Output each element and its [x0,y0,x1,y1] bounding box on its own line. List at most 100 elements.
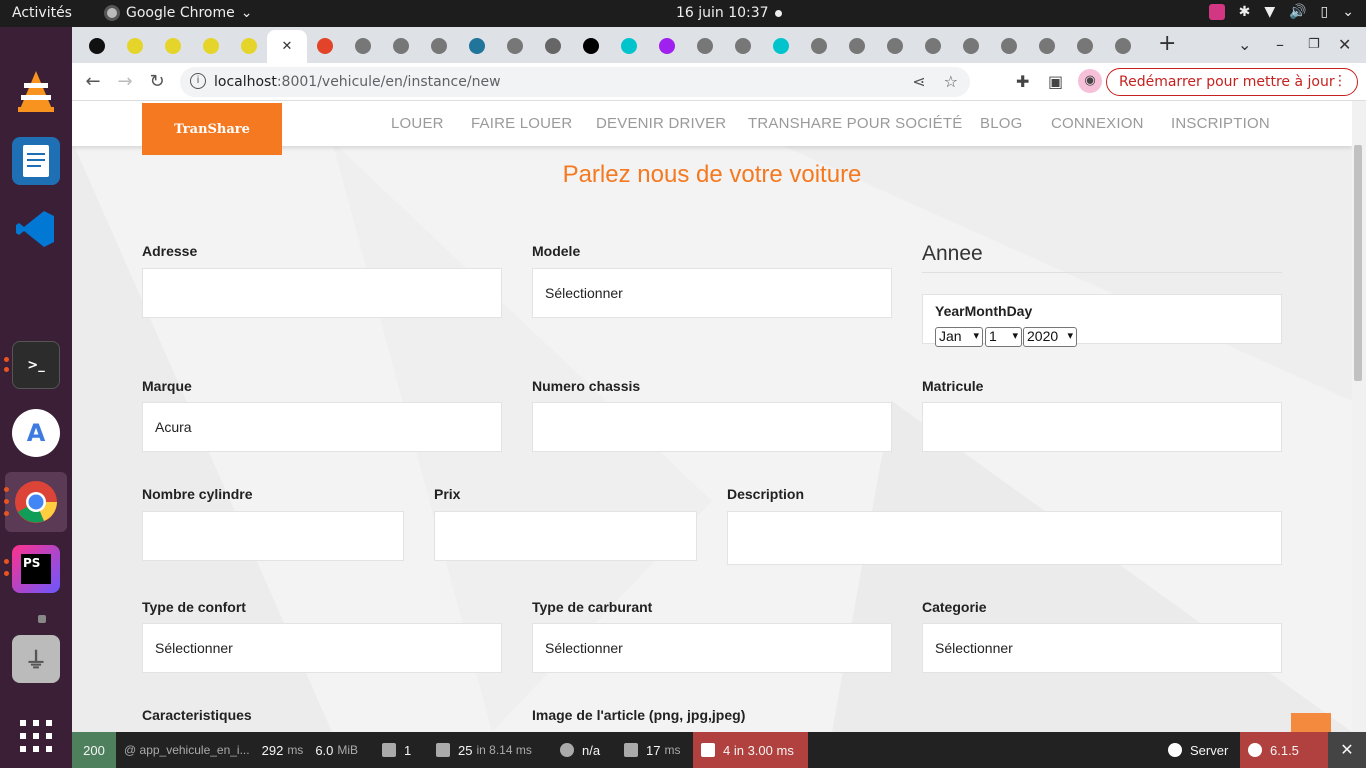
matricule-input[interactable] [922,402,1282,452]
browser-tab[interactable] [120,33,150,59]
active-tab[interactable]: ✕ [267,30,307,63]
reload-button[interactable]: ↻ [146,71,168,92]
numero-chassis-input[interactable] [532,402,892,452]
page-scrollbar[interactable] [1352,101,1366,732]
browser-tab[interactable] [82,33,112,59]
battery-icon[interactable]: ▯ [1321,4,1329,20]
url-text[interactable]: localhost:8001/vehicule/en/instance/new [214,74,501,90]
nav-link-connexion[interactable]: CONNEXION [1051,115,1144,132]
marque-select[interactable]: Acura [142,402,502,452]
forms-panel[interactable]: 1 [374,732,419,768]
slack-icon[interactable]: ✱ [1239,4,1251,20]
day-select[interactable]: 1 ▾ [985,327,1022,347]
nombre-cylindre-input[interactable] [142,511,404,561]
activities-button[interactable]: Activités [12,5,72,21]
database-panel[interactable]: 4 in 3.00 ms [693,732,808,768]
type-confort-select[interactable]: Sélectionner [142,623,502,673]
browser-tab[interactable] [234,33,264,59]
description-input[interactable] [727,511,1282,565]
close-window-button[interactable]: ✕ [1338,35,1351,54]
browser-tab[interactable] [1032,33,1062,59]
minimize-button[interactable]: – [1276,35,1284,54]
share-icon[interactable]: ⋖ [912,72,925,91]
browser-tab[interactable] [880,33,910,59]
phpstorm-icon[interactable]: PS [12,545,60,593]
forward-button[interactable]: → [114,71,136,92]
clock[interactable]: 16 juin 10:37 [676,5,769,21]
android-studio-icon[interactable]: A [12,409,60,457]
events-panel[interactable]: 17 ms [616,732,688,768]
site-info-icon[interactable]: i [190,73,206,89]
browser-tab[interactable] [386,33,416,59]
symfony-version[interactable]: 6.1.5 [1240,732,1328,768]
browser-tab[interactable] [804,33,834,59]
chevron-down-icon[interactable]: ⌄ [1342,4,1354,20]
scroll-to-top-button[interactable] [1291,713,1331,732]
browser-tab[interactable] [158,33,188,59]
type-carburant-select[interactable]: Sélectionner [532,623,892,673]
browser-tab[interactable] [310,33,340,59]
browser-tab[interactable] [500,33,530,59]
system-tray[interactable]: ✱ ▼ 🔊 ▯ ⌄ [1208,4,1354,20]
terminal-icon[interactable]: >_ [12,341,60,389]
restart-to-update-button[interactable]: Redémarrer pour mettre à jour ⋮ [1106,68,1358,96]
nav-link-faire-louer[interactable]: FAIRE LOUER [471,115,572,132]
site-logo[interactable]: TranShare [142,103,282,155]
bookmark-star-icon[interactable]: ☆ [944,72,958,91]
browser-tab[interactable] [728,33,758,59]
browser-tab[interactable] [652,33,682,59]
wifi-icon[interactable]: ▼ [1264,4,1275,20]
show-apps-icon[interactable] [12,712,60,760]
side-panel-icon[interactable]: ▣ [1048,72,1063,91]
browser-tab[interactable] [690,33,720,59]
status-code[interactable]: 200 [72,732,116,768]
browser-tab[interactable] [766,33,796,59]
year-select[interactable]: 2020 ▾ [1023,327,1077,347]
browser-tab[interactable] [842,33,872,59]
libreoffice-writer-icon[interactable] [12,137,60,185]
nav-link-transhare-pour-soci-t-[interactable]: TRANSHARE POUR SOCIÉTÉ [748,115,962,132]
nav-link-devenir-driver[interactable]: DEVENIR DRIVER [596,115,726,132]
cache-panel[interactable]: 25 in 8.14 ms [428,732,540,768]
maximize-button[interactable]: ❐ [1308,37,1320,52]
new-tab-button[interactable]: + [1158,31,1176,56]
browser-tab[interactable] [538,33,568,59]
more-menu-icon[interactable]: ⋮ [1333,73,1347,89]
app-menu[interactable]: Google Chrome ⌄ [104,5,252,21]
modele-select[interactable]: Sélectionner [532,268,892,318]
browser-tab[interactable] [576,33,606,59]
close-toolbar-button[interactable]: ✕ [1328,732,1366,768]
browser-tab[interactable] [1108,33,1138,59]
browser-tab[interactable] [994,33,1024,59]
browser-tab[interactable] [348,33,378,59]
categorie-select[interactable]: Sélectionner [922,623,1282,673]
browser-tab[interactable] [956,33,986,59]
nav-link-blog[interactable]: BLOG [980,115,1022,132]
vscode-icon[interactable] [12,205,60,253]
scrollbar-thumb[interactable] [1354,145,1362,381]
nav-link-inscription[interactable]: INSCRIPTION [1171,115,1270,132]
extensions-icon[interactable]: ✚ [1016,72,1029,91]
browser-tab[interactable] [462,33,492,59]
browser-tab[interactable] [614,33,644,59]
security-panel[interactable]: n/a [552,732,608,768]
adresse-input[interactable] [142,268,502,318]
server-panel[interactable]: Server [1160,732,1236,768]
chrome-dock-item[interactable] [5,472,67,532]
tab-search-icon[interactable]: ⌄ [1238,35,1251,54]
nav-link-louer[interactable]: LOUER [391,115,444,132]
browser-tab[interactable] [1070,33,1100,59]
month-select[interactable]: Jan ▾ [935,327,983,347]
profile-avatar[interactable]: ◉ [1078,69,1102,93]
volume-icon[interactable]: 🔊 [1289,4,1306,20]
app-indicator-icon[interactable] [1208,4,1225,20]
browser-tab[interactable] [424,33,454,59]
browser-tab[interactable] [918,33,948,59]
address-bar[interactable]: i localhost:8001/vehicule/en/instance/ne… [180,67,970,97]
prix-input[interactable] [434,511,697,561]
route-info[interactable]: @ app_vehicule_en_i... 292 ms 6.0 MiB [116,732,366,768]
back-button[interactable]: ← [82,71,104,92]
browser-tab[interactable] [196,33,226,59]
vlc-icon[interactable] [12,67,60,115]
close-tab-icon[interactable]: ✕ [282,39,293,54]
